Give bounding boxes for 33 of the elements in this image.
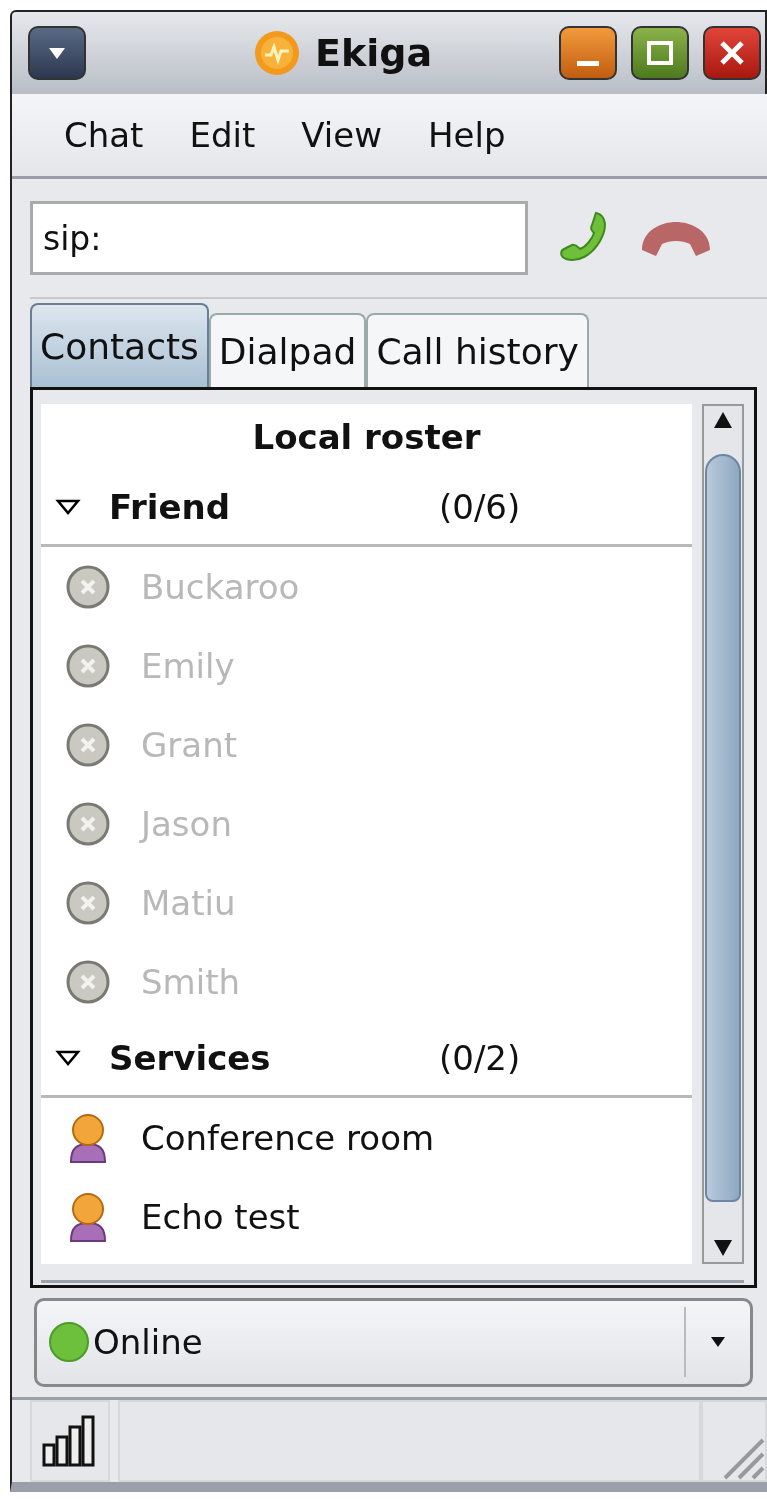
window-title: Ekiga (314, 31, 433, 75)
group-name: Services (109, 1038, 272, 1079)
maximize-button[interactable] (631, 26, 689, 80)
app-logo-icon (252, 29, 301, 77)
offline-status-icon (65, 800, 111, 847)
presence-dropdown[interactable]: Online (34, 1298, 753, 1387)
contact-item[interactable]: Echo test (41, 1177, 692, 1257)
scrollbar[interactable] (702, 404, 744, 1265)
menu-item[interactable]: Help (428, 115, 506, 156)
group-count: (0/2) (439, 1038, 521, 1079)
offline-status-icon (65, 958, 111, 1005)
contact-item[interactable]: Conference room (41, 1098, 692, 1178)
offline-status-icon (65, 721, 111, 768)
tab[interactable]: Call history (366, 313, 589, 388)
presence-label: Online (93, 1322, 204, 1363)
tab[interactable]: Dialpad (208, 313, 367, 388)
offline-status-icon (65, 563, 111, 610)
address-field[interactable]: sip: (30, 201, 528, 276)
scrollbar-thumb[interactable] (705, 454, 741, 1203)
maximize-icon (645, 38, 675, 68)
minimize-icon (577, 60, 599, 66)
group-count: (0/6) (439, 487, 521, 528)
offline-status-icon (65, 879, 111, 926)
offline-status-icon (65, 642, 111, 689)
group-name: Friend (109, 487, 232, 528)
tab[interactable]: Contacts (30, 303, 209, 388)
window-menu-button[interactable] (28, 26, 86, 80)
menu-item[interactable]: View (301, 115, 382, 156)
minimize-button[interactable] (559, 26, 617, 80)
menu-item[interactable]: Chat (64, 115, 144, 156)
roster-title: Local roster (251, 416, 482, 460)
close-button[interactable] (703, 26, 761, 80)
menu-item[interactable]: Edit (189, 115, 256, 156)
